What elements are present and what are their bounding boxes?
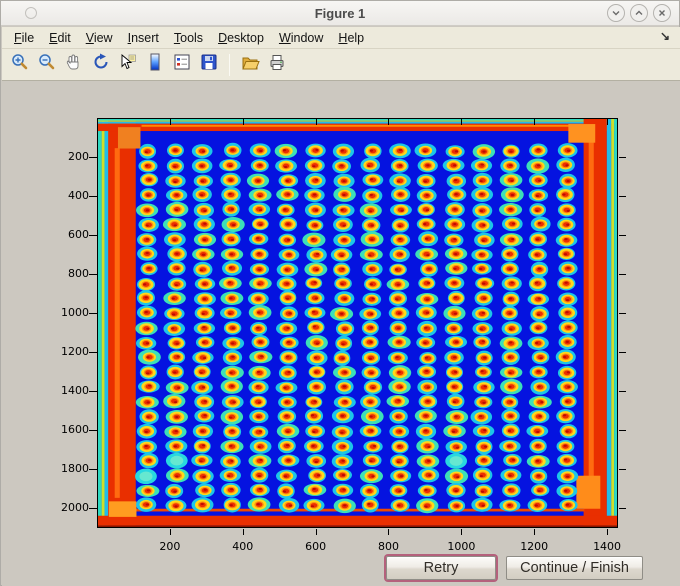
figure-toolbar	[2, 49, 680, 81]
y-tick	[89, 157, 97, 159]
zoom-in-button[interactable]	[8, 53, 32, 77]
title-bar[interactable]: Figure 1	[1, 1, 679, 26]
x-tick-top	[607, 119, 609, 125]
save-figure-icon	[199, 52, 219, 77]
y-tick	[89, 391, 97, 393]
y-tick-label: 200	[68, 150, 89, 164]
window-title: Figure 1	[314, 5, 366, 21]
y-tick-label: 1800	[61, 462, 89, 476]
shade-button[interactable]	[607, 4, 625, 22]
maximize-button[interactable]	[630, 4, 648, 22]
y-tick-right	[619, 469, 626, 471]
y-tick	[89, 274, 97, 276]
menu-desktop[interactable]: Desktop	[218, 31, 264, 45]
menu-tools[interactable]: Tools	[174, 31, 203, 45]
x-tick-top	[315, 119, 317, 125]
y-tick-label: 1600	[61, 423, 89, 437]
y-tick-right	[619, 235, 626, 237]
rotate-3d-icon	[91, 52, 111, 77]
zoom-out-button[interactable]	[35, 53, 59, 77]
x-tick-label: 1400	[593, 540, 622, 553]
x-tick	[169, 529, 171, 535]
x-tick-label: 600	[305, 540, 327, 553]
x-tick-label: 400	[232, 540, 254, 553]
close-icon	[656, 7, 668, 19]
y-tick-right	[619, 274, 626, 276]
y-tick-label: 400	[68, 189, 89, 203]
open-file-icon	[240, 52, 260, 77]
open-file-button[interactable]	[238, 53, 262, 77]
menu-file[interactable]: File	[14, 31, 34, 45]
y-tick-label: 1200	[61, 345, 89, 359]
y-tick	[89, 235, 97, 237]
insert-colorbar-button[interactable]	[143, 53, 167, 77]
dock-figure-icon[interactable]: ↘	[660, 29, 670, 43]
y-tick	[89, 313, 97, 315]
insert-legend-icon	[172, 52, 192, 77]
y-tick	[89, 508, 97, 510]
continue-finish-button[interactable]: Continue / Finish	[506, 556, 643, 580]
x-tick-top	[461, 119, 463, 125]
x-tick	[388, 529, 390, 535]
y-tick-right	[619, 352, 626, 354]
x-tick	[315, 529, 317, 535]
x-tick	[534, 529, 536, 535]
insert-colorbar-icon	[145, 52, 165, 77]
window-menu-icon[interactable]	[25, 7, 37, 19]
print-figure-button[interactable]	[265, 53, 289, 77]
menu-edit[interactable]: Edit	[49, 31, 71, 45]
menu-insert[interactable]: Insert	[128, 31, 159, 45]
zoom-out-icon	[37, 52, 57, 77]
chevron-up-icon	[633, 7, 645, 19]
x-tick-label: 1200	[520, 540, 549, 553]
y-tick-label: 2000	[61, 501, 89, 515]
pan-button[interactable]	[62, 53, 86, 77]
x-tick	[242, 529, 244, 535]
axes	[97, 118, 618, 528]
x-tick-top	[388, 119, 390, 125]
x-tick-label: 1000	[447, 540, 476, 553]
x-tick-top	[242, 119, 244, 125]
y-tick	[89, 469, 97, 471]
chevron-down-icon	[610, 7, 622, 19]
pan-icon	[64, 52, 84, 77]
x-tick-label: 200	[159, 540, 181, 553]
menu-window[interactable]: Window	[279, 31, 323, 45]
data-cursor-button[interactable]	[116, 53, 140, 77]
y-tick-right	[619, 508, 626, 510]
x-tick-top	[534, 119, 536, 125]
y-tick-right	[619, 157, 626, 159]
x-tick	[607, 529, 609, 535]
menu-view[interactable]: View	[86, 31, 113, 45]
y-tick-right	[619, 196, 626, 198]
y-tick	[89, 196, 97, 198]
y-tick-label: 600	[68, 228, 89, 242]
y-tick-label: 800	[68, 267, 89, 281]
y-tick	[89, 352, 97, 354]
plate-image	[98, 119, 617, 527]
rotate-3d-button[interactable]	[89, 53, 113, 77]
x-tick	[461, 529, 463, 535]
print-figure-icon	[267, 52, 287, 77]
window-controls	[607, 4, 671, 22]
x-tick-label: 800	[377, 540, 399, 553]
toolbar-separator	[229, 53, 230, 76]
y-tick-right	[619, 313, 626, 315]
zoom-in-icon	[10, 52, 30, 77]
y-tick-label: 1000	[61, 306, 89, 320]
y-tick-right	[619, 391, 626, 393]
close-button[interactable]	[653, 4, 671, 22]
x-tick-top	[169, 119, 171, 125]
y-tick	[89, 430, 97, 432]
menu-bar: File Edit View Insert Tools Desktop Window Help…	[2, 27, 680, 49]
data-cursor-icon	[118, 52, 138, 77]
y-tick-label: 1400	[61, 384, 89, 398]
save-figure-button[interactable]	[197, 53, 221, 77]
menu-help[interactable]: Help	[338, 31, 364, 45]
insert-legend-button[interactable]	[170, 53, 194, 77]
figure-canvas: 200 400 600 800 1000 1200 1400 1600 1800 2000 200 4…	[2, 81, 680, 586]
retry-button[interactable]: Retry	[386, 556, 496, 580]
y-tick-right	[619, 430, 626, 432]
figure-window: Figure 1 File Edit View Insert Tools Desktop W…	[0, 0, 680, 586]
